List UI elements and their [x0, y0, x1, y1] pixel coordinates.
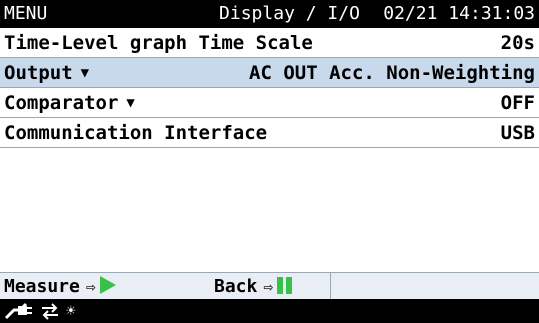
right-arrow-icon: ⇨ [263, 277, 273, 296]
measure-hint[interactable]: Measure ⇨ [4, 276, 116, 297]
backlight-icon: ☀ [66, 301, 76, 320]
back-hint[interactable]: Back ⇨ [214, 276, 295, 299]
measure-label: Measure [4, 276, 80, 297]
dropdown-arrow-icon[interactable]: ▼ [81, 65, 89, 81]
setting-row-output[interactable]: Output ▼ AC OUT Acc. Non-Weighting [0, 58, 539, 88]
setting-row-communication-interface[interactable]: Communication Interface USB [0, 118, 539, 148]
back-label: Back [214, 276, 258, 297]
dropdown-arrow-icon[interactable]: ▼ [126, 95, 134, 111]
datetime-display: 02/21 14:31:03 [383, 3, 535, 24]
setting-label: Output [4, 62, 73, 84]
setting-label: Time-Level graph Time Scale [4, 32, 313, 54]
setting-value: 20s [500, 32, 535, 54]
setting-row-time-scale[interactable]: Time-Level graph Time Scale 20s [0, 28, 539, 58]
pause-icon [277, 277, 295, 299]
setting-value: AC OUT Acc. Non-Weighting [249, 62, 535, 84]
status-bar: ☀ [0, 299, 539, 323]
setting-value: OFF [500, 92, 535, 114]
setting-label: Comparator [4, 92, 119, 114]
settings-list: Time-Level graph Time Scale 20s Output ▼ … [0, 28, 539, 148]
power-plug-icon [4, 302, 32, 320]
title-bar: MENU Display / I/O 02/21 14:31:03 [0, 0, 539, 28]
footer-hints: Measure ⇨ Back ⇨ [0, 272, 539, 300]
divider [330, 273, 331, 300]
right-arrow-icon: ⇨ [85, 277, 96, 296]
usb-transfer-icon [42, 303, 58, 320]
setting-value: USB [500, 122, 535, 144]
setting-row-comparator[interactable]: Comparator ▼ OFF [0, 88, 539, 118]
setting-label: Communication Interface [4, 122, 268, 144]
play-icon [99, 276, 116, 294]
